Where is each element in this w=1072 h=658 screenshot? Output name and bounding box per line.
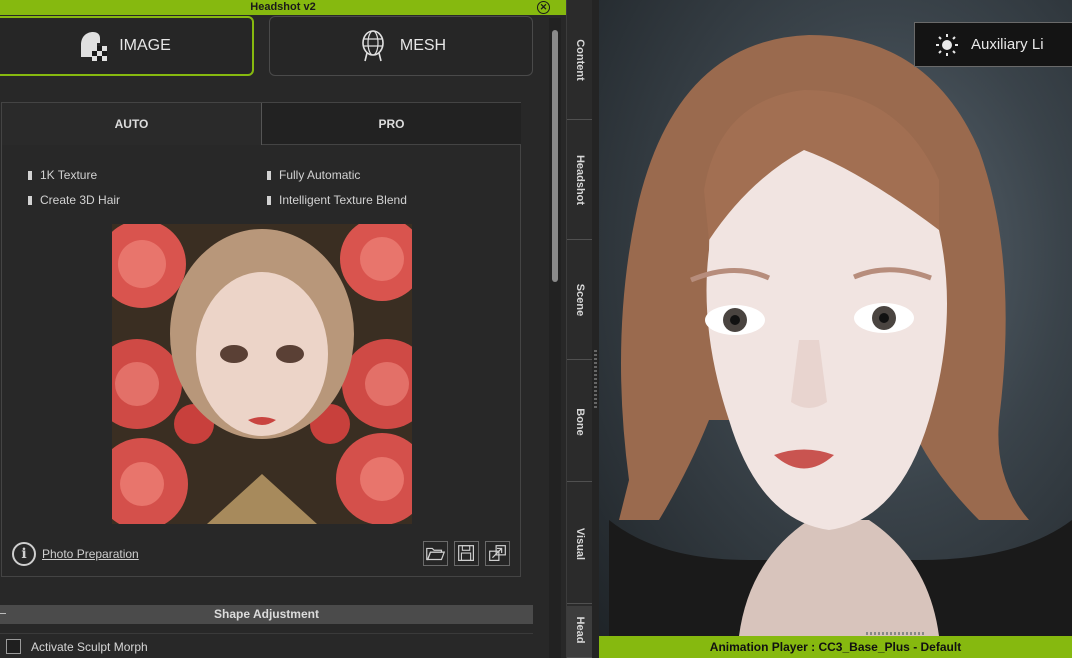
folder-open-icon xyxy=(426,547,446,561)
side-tab-content[interactable]: Content xyxy=(567,0,593,120)
open-file-button[interactable] xyxy=(423,541,448,566)
scrollbar-thumb[interactable] xyxy=(552,30,558,282)
side-tab-label: Visual xyxy=(574,527,586,560)
close-icon[interactable]: ✕ xyxy=(537,1,550,14)
image-mode-icon xyxy=(81,32,108,61)
feature-label: 1K Texture xyxy=(40,168,98,182)
animation-bar-grip[interactable] xyxy=(866,632,926,635)
animation-player-bar[interactable]: Animation Player : CC3_Base_Plus - Defau… xyxy=(599,636,1072,658)
splitter-grip[interactable] xyxy=(594,350,597,410)
headshot-app: Headshot v2 ✕ IMAGE MESH AUTO PRO 1K Tex… xyxy=(0,0,1072,658)
export-button[interactable] xyxy=(485,541,510,566)
info-icon[interactable]: i xyxy=(12,542,36,566)
mesh-mode-icon xyxy=(362,30,384,62)
feature-label: Intelligent Texture Blend xyxy=(279,193,407,207)
export-icon xyxy=(489,545,506,561)
auxiliary-light-label: Auxiliary Li xyxy=(971,36,1044,53)
side-tab-label: Bone xyxy=(574,407,586,436)
sun-icon xyxy=(936,33,958,56)
side-tab-label: Content xyxy=(574,38,586,81)
collapse-icon[interactable] xyxy=(0,613,6,614)
auxiliary-light-button[interactable]: Auxiliary Li xyxy=(914,22,1072,67)
feature-label: Create 3D Hair xyxy=(40,193,121,207)
bullet-icon xyxy=(28,195,32,205)
bullet-icon xyxy=(267,195,271,205)
side-tab-label: Head xyxy=(574,616,586,644)
photo-preparation: i Photo Preparation xyxy=(12,542,139,566)
mesh-mode-button[interactable]: MESH xyxy=(269,16,533,76)
headshot-panel: Headshot v2 ✕ IMAGE MESH AUTO PRO 1K Tex… xyxy=(0,0,566,658)
side-tab-label: Headshot xyxy=(574,154,586,205)
image-mode-label: IMAGE xyxy=(119,37,171,54)
panel-title-bar: Headshot v2 ✕ xyxy=(0,0,566,15)
side-tab-head[interactable]: Head xyxy=(567,606,593,658)
feature-item: Create 3D Hair xyxy=(28,193,120,207)
mesh-mode-label: MESH xyxy=(399,37,447,54)
image-mode-button[interactable]: IMAGE xyxy=(0,16,254,76)
3d-viewport[interactable]: Auxiliary Li xyxy=(599,0,1072,636)
side-tab-strip: Content Headshot Scene Bone Visual Head xyxy=(566,0,593,658)
character-head-render xyxy=(609,35,1072,636)
sculpt-morph-label: Activate Sculpt Morph xyxy=(31,639,148,654)
side-tab-scene[interactable]: Scene xyxy=(567,240,593,360)
shape-adjustment-header[interactable]: Shape Adjustment xyxy=(0,605,533,624)
save-button[interactable] xyxy=(454,541,479,566)
sculpt-morph-checkbox[interactable] xyxy=(6,639,21,654)
bullet-icon xyxy=(267,170,271,180)
activate-sculpt-morph-option[interactable]: Activate Sculpt Morph xyxy=(6,639,148,654)
feature-label: Fully Automatic xyxy=(279,168,361,182)
divider xyxy=(0,633,533,634)
bullet-icon xyxy=(28,170,32,180)
side-tab-bone[interactable]: Bone xyxy=(567,362,593,482)
feature-item: 1K Texture xyxy=(28,168,97,182)
side-tab-label: Scene xyxy=(574,283,586,316)
panel-splitter[interactable] xyxy=(592,0,599,658)
side-tab-headshot[interactable]: Headshot xyxy=(567,120,593,240)
feature-item: Intelligent Texture Blend xyxy=(267,193,407,207)
feature-item: Fully Automatic xyxy=(267,168,360,182)
save-icon xyxy=(458,545,474,561)
tab-auto[interactable]: AUTO xyxy=(2,103,262,145)
tab-pro[interactable]: PRO xyxy=(262,103,521,145)
source-photo-preview xyxy=(112,224,412,524)
panel-title: Headshot v2 xyxy=(250,1,316,13)
side-tab-visual[interactable]: Visual xyxy=(567,484,593,604)
photo-preparation-link[interactable]: Photo Preparation xyxy=(42,547,139,561)
